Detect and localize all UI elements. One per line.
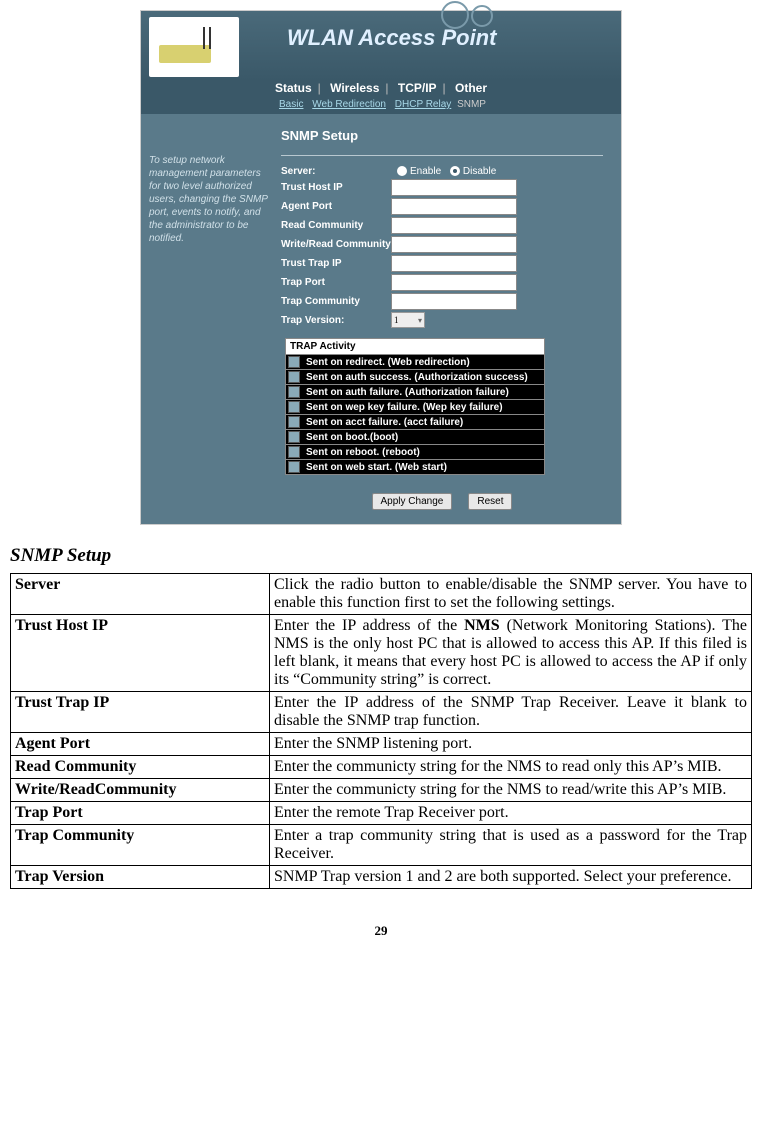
checkbox[interactable] — [288, 386, 300, 398]
snmp-setup-screenshot: WLAN Access Point Status| Wireless| TCP/… — [140, 10, 622, 525]
label-trust-host-ip: Trust Host IP — [281, 182, 391, 193]
radio-enable[interactable] — [397, 166, 407, 176]
sub-tabs: Basic Web Redirection DHCP Relay SNMP — [141, 97, 621, 114]
trap-activity-label: Sent on web start. (Web start) — [306, 462, 447, 473]
checkbox[interactable] — [288, 446, 300, 458]
reset-button[interactable]: Reset — [468, 493, 512, 510]
device-banner: WLAN Access Point — [141, 11, 621, 81]
tab-other[interactable]: Other — [455, 81, 487, 95]
term-cell: Server — [11, 574, 270, 615]
label-trap-community: Trap Community — [281, 296, 391, 307]
trap-activity-row: Sent on auth failure. (Authorization fai… — [285, 385, 545, 400]
definition-cell: Click the radio button to enable/disable… — [270, 574, 752, 615]
term-cell: Trust Trap IP — [11, 692, 270, 733]
device-image — [149, 17, 239, 77]
trap-activity-row: Sent on acct failure. (acct failure) — [285, 415, 545, 430]
tab-wireless[interactable]: Wireless — [330, 81, 379, 95]
subtab-web-redirection[interactable]: Web Redirection — [312, 99, 386, 110]
input-trust-host-ip[interactable] — [391, 179, 517, 196]
label-read-community: Read Community — [281, 220, 391, 231]
definition-cell: Enter a trap community string that is us… — [270, 825, 752, 866]
sidebar-help-text: To setup network management parameters f… — [141, 114, 277, 524]
label-agent-port: Agent Port — [281, 201, 391, 212]
trap-activity-row: Sent on wep key failure. (Wep key failur… — [285, 400, 545, 415]
trap-activity-label: Sent on wep key failure. (Wep key failur… — [306, 402, 503, 413]
trap-activity-label: Sent on reboot. (reboot) — [306, 447, 420, 458]
definition-cell: Enter the communicty string for the NMS … — [270, 779, 752, 802]
checkbox[interactable] — [288, 401, 300, 413]
page-number: 29 — [10, 923, 752, 939]
apply-change-button[interactable]: Apply Change — [372, 493, 453, 510]
trap-activity-label: Sent on redirect. (Web redirection) — [306, 357, 470, 368]
definition-cell: Enter the communicty string for the NMS … — [270, 756, 752, 779]
input-trap-community[interactable] — [391, 293, 517, 310]
trap-activity-label: Sent on auth failure. (Authorization fai… — [306, 387, 509, 398]
trap-activity-label: Sent on auth success. (Authorization suc… — [306, 372, 528, 383]
checkbox[interactable] — [288, 461, 300, 473]
input-read-community[interactable] — [391, 217, 517, 234]
trap-activity-header: TRAP Activity — [285, 338, 545, 355]
input-trust-trap-ip[interactable] — [391, 255, 517, 272]
trap-activity-table: TRAP Activity Sent on redirect. (Web red… — [285, 338, 545, 475]
label-trust-trap-ip: Trust Trap IP — [281, 258, 391, 269]
description-table: ServerClick the radio button to enable/d… — [10, 573, 752, 889]
term-cell: Trust Host IP — [11, 615, 270, 692]
label-server: Server: — [281, 166, 391, 177]
input-trap-port[interactable] — [391, 274, 517, 291]
main-tabs: Status| Wireless| TCP/IP| Other — [141, 81, 621, 97]
section-heading: SNMP Setup — [10, 545, 752, 567]
checkbox[interactable] — [288, 356, 300, 368]
panel-title: SNMP Setup — [281, 128, 603, 143]
input-writeread-community[interactable] — [391, 236, 517, 253]
definition-cell: SNMP Trap version 1 and 2 are both suppo… — [270, 866, 752, 889]
tab-status[interactable]: Status — [275, 81, 312, 95]
term-cell: Read Community — [11, 756, 270, 779]
trap-activity-label: Sent on boot.(boot) — [306, 432, 398, 443]
trap-activity-row: Sent on web start. (Web start) — [285, 460, 545, 475]
label-writeread-community: Write/Read Community — [281, 239, 391, 250]
label-trap-version: Trap Version: — [281, 315, 391, 326]
trap-activity-label: Sent on acct failure. (acct failure) — [306, 417, 463, 428]
subtab-dhcp-relay[interactable]: DHCP Relay — [395, 99, 452, 110]
checkbox[interactable] — [288, 371, 300, 383]
trap-activity-row: Sent on reboot. (reboot) — [285, 445, 545, 460]
tab-tcpip[interactable]: TCP/IP — [398, 81, 437, 95]
term-cell: Write/ReadCommunity — [11, 779, 270, 802]
select-trap-version[interactable]: 1 — [391, 312, 425, 328]
term-cell: Trap Port — [11, 802, 270, 825]
trap-activity-row: Sent on redirect. (Web redirection) — [285, 355, 545, 370]
definition-cell: Enter the SNMP listening port. — [270, 733, 752, 756]
trap-activity-row: Sent on boot.(boot) — [285, 430, 545, 445]
label-trap-port: Trap Port — [281, 277, 391, 288]
definition-cell: Enter the remote Trap Receiver port. — [270, 802, 752, 825]
definition-cell: Enter the IP address of the SNMP Trap Re… — [270, 692, 752, 733]
term-cell: Agent Port — [11, 733, 270, 756]
trap-activity-row: Sent on auth success. (Authorization suc… — [285, 370, 545, 385]
radio-disable[interactable] — [450, 166, 460, 176]
checkbox[interactable] — [288, 431, 300, 443]
definition-cell: Enter the IP address of the NMS (Network… — [270, 615, 752, 692]
input-agent-port[interactable] — [391, 198, 517, 215]
term-cell: Trap Community — [11, 825, 270, 866]
subtab-snmp[interactable]: SNMP — [457, 99, 486, 110]
term-cell: Trap Version — [11, 866, 270, 889]
checkbox[interactable] — [288, 416, 300, 428]
subtab-basic[interactable]: Basic — [279, 99, 303, 110]
